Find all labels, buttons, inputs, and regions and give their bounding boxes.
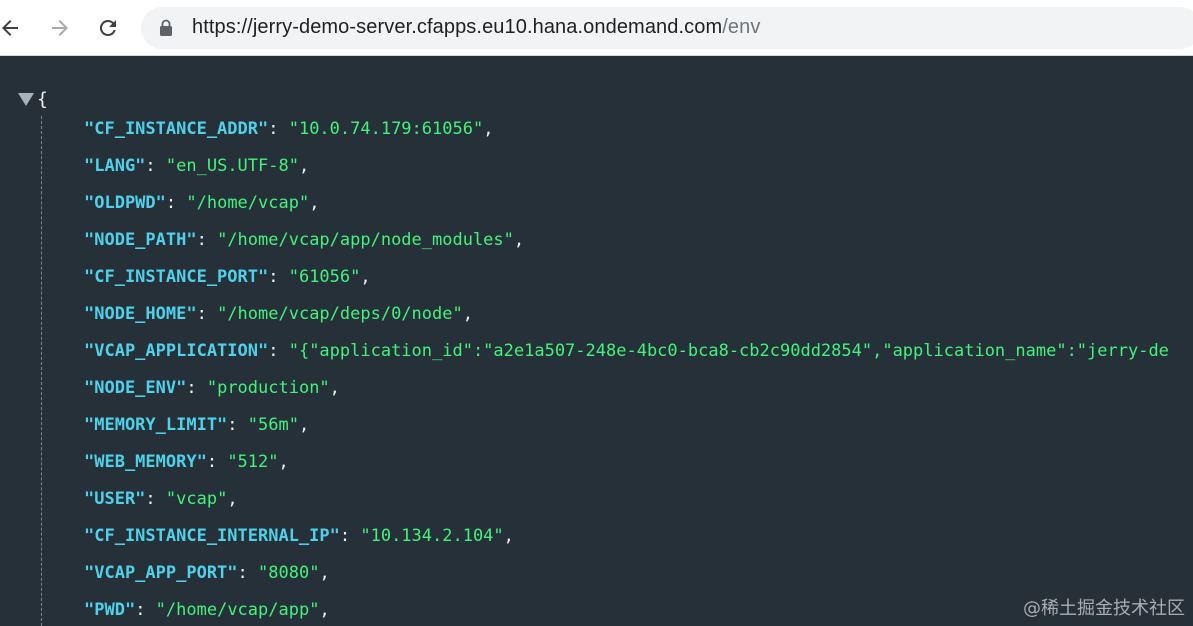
json-key: "WEB_MEMORY" (84, 452, 207, 472)
json-value: "/home/vcap" (186, 193, 310, 213)
json-comma: , (329, 378, 340, 398)
json-colon: : (206, 452, 228, 472)
json-entry: "CF_INSTANCE_ADDR": "10.0.74.179:61056", (84, 117, 1169, 154)
json-key: "USER" (84, 489, 146, 509)
json-colon: : (268, 267, 289, 287)
json-colon: : (165, 193, 187, 213)
json-colon: : (227, 415, 248, 435)
json-value: "512" (227, 452, 279, 472)
json-entry: "NODE_PATH": "/home/vcap/app/node_module… (84, 228, 1169, 265)
json-value: "10.0.74.179:61056" (288, 119, 484, 139)
url-path: /env (722, 16, 761, 38)
triangle-down-icon[interactable] (18, 93, 34, 106)
json-entry: "LANG": "en_US.UTF-8", (84, 154, 1169, 191)
json-value: "/home/vcap/deps/0/node" (217, 304, 463, 324)
json-entry: "VCAP_APPLICATION": "{"application_id":"… (84, 339, 1169, 376)
json-entry: "WEB_MEMORY": "512", (84, 450, 1169, 487)
lock-icon (160, 19, 172, 36)
json-entry: "USER": "vcap", (84, 487, 1169, 524)
json-key: "CF_INSTANCE_INTERNAL_IP" (84, 526, 340, 546)
arrow-right-icon (52, 20, 68, 36)
json-colon: : (339, 526, 361, 546)
json-comma: , (319, 600, 330, 620)
indent-guide (41, 116, 42, 626)
url-host: https://jerry-demo-server.cfapps.eu10.ha… (192, 16, 723, 38)
json-value: "en_US.UTF-8" (165, 156, 299, 176)
back-button[interactable] (0, 14, 24, 42)
json-key: "LANG" (84, 156, 146, 176)
open-brace: { (37, 89, 48, 110)
json-value: "10.134.2.104" (360, 526, 504, 546)
json-value: "/home/vcap/app" (155, 600, 320, 620)
json-colon: : (196, 304, 218, 324)
json-value: "vcap" (165, 489, 228, 509)
json-comma: , (309, 193, 320, 213)
json-key: "VCAP_APPLICATION" (84, 341, 269, 361)
json-value: "{"application_id":"a2e1a507-248e-4bc0-b… (288, 341, 1169, 361)
json-colon: : (135, 600, 156, 620)
json-comma: , (513, 230, 525, 250)
json-entry: "NODE_HOME": "/home/vcap/deps/0/node", (84, 302, 1169, 339)
json-value: "56m" (247, 415, 299, 435)
json-entry: "OLDPWD": "/home/vcap", (84, 191, 1169, 228)
json-value: "61056" (288, 267, 361, 287)
json-colon: : (145, 156, 166, 176)
json-key: "OLDPWD" (84, 193, 166, 213)
json-key: "NODE_ENV" (84, 378, 187, 398)
json-value: "8080" (258, 563, 320, 583)
json-value: "production" (206, 378, 330, 398)
json-key: "NODE_PATH" (84, 230, 197, 250)
json-comma: , (503, 526, 514, 546)
reload-button[interactable] (94, 14, 122, 42)
forward-button[interactable] (46, 14, 74, 42)
json-entry: "CF_INSTANCE_INTERNAL_IP": "10.134.2.104… (84, 524, 1169, 561)
json-key: "CF_INSTANCE_PORT" (84, 267, 269, 287)
arrow-left-icon (2, 20, 18, 36)
json-entry: "CF_INSTANCE_PORT": "61056", (84, 265, 1169, 302)
address-bar[interactable]: https://jerry-demo-server.cfapps.eu10.ha… (141, 7, 1193, 49)
json-comma: , (227, 489, 238, 509)
json-colon: : (145, 489, 166, 509)
address-bar-url: https://jerry-demo-server.cfapps.eu10.ha… (192, 16, 760, 39)
json-key: "NODE_HOME" (84, 304, 197, 324)
json-value: "/home/vcap/app/node_modules" (217, 230, 514, 250)
json-colon: : (268, 119, 289, 139)
json-comma: , (319, 563, 330, 583)
json-comma: , (298, 415, 310, 435)
reload-icon (99, 19, 116, 36)
json-key: "VCAP_APP_PORT" (84, 563, 238, 583)
browser-toolbar: https://jerry-demo-server.cfapps.eu10.ha… (0, 0, 1193, 56)
json-colon: : (237, 563, 259, 583)
json-comma: , (360, 267, 371, 287)
json-entries: "CF_INSTANCE_ADDR": "10.0.74.179:61056",… (84, 117, 1169, 626)
json-entry: "MEMORY_LIMIT": "56m", (84, 413, 1169, 450)
json-key: "CF_INSTANCE_ADDR" (84, 119, 269, 139)
json-comma: , (278, 452, 289, 472)
json-colon: : (186, 378, 207, 398)
json-colon: : (268, 341, 289, 361)
json-comma: , (298, 156, 310, 176)
json-entry: "NODE_ENV": "production", (84, 376, 1169, 413)
json-colon: : (196, 230, 218, 250)
json-entry: "PWD": "/home/vcap/app", (84, 598, 1169, 626)
json-comma: , (462, 304, 473, 324)
json-comma: , (483, 119, 494, 139)
json-viewer: { "CF_INSTANCE_ADDR": "10.0.74.179:61056… (0, 56, 1193, 626)
json-key: "PWD" (84, 600, 136, 620)
watermark: @稀土掘金技术社区 (1023, 598, 1185, 619)
json-key: "MEMORY_LIMIT" (84, 415, 228, 435)
json-entry: "VCAP_APP_PORT": "8080", (84, 561, 1169, 598)
